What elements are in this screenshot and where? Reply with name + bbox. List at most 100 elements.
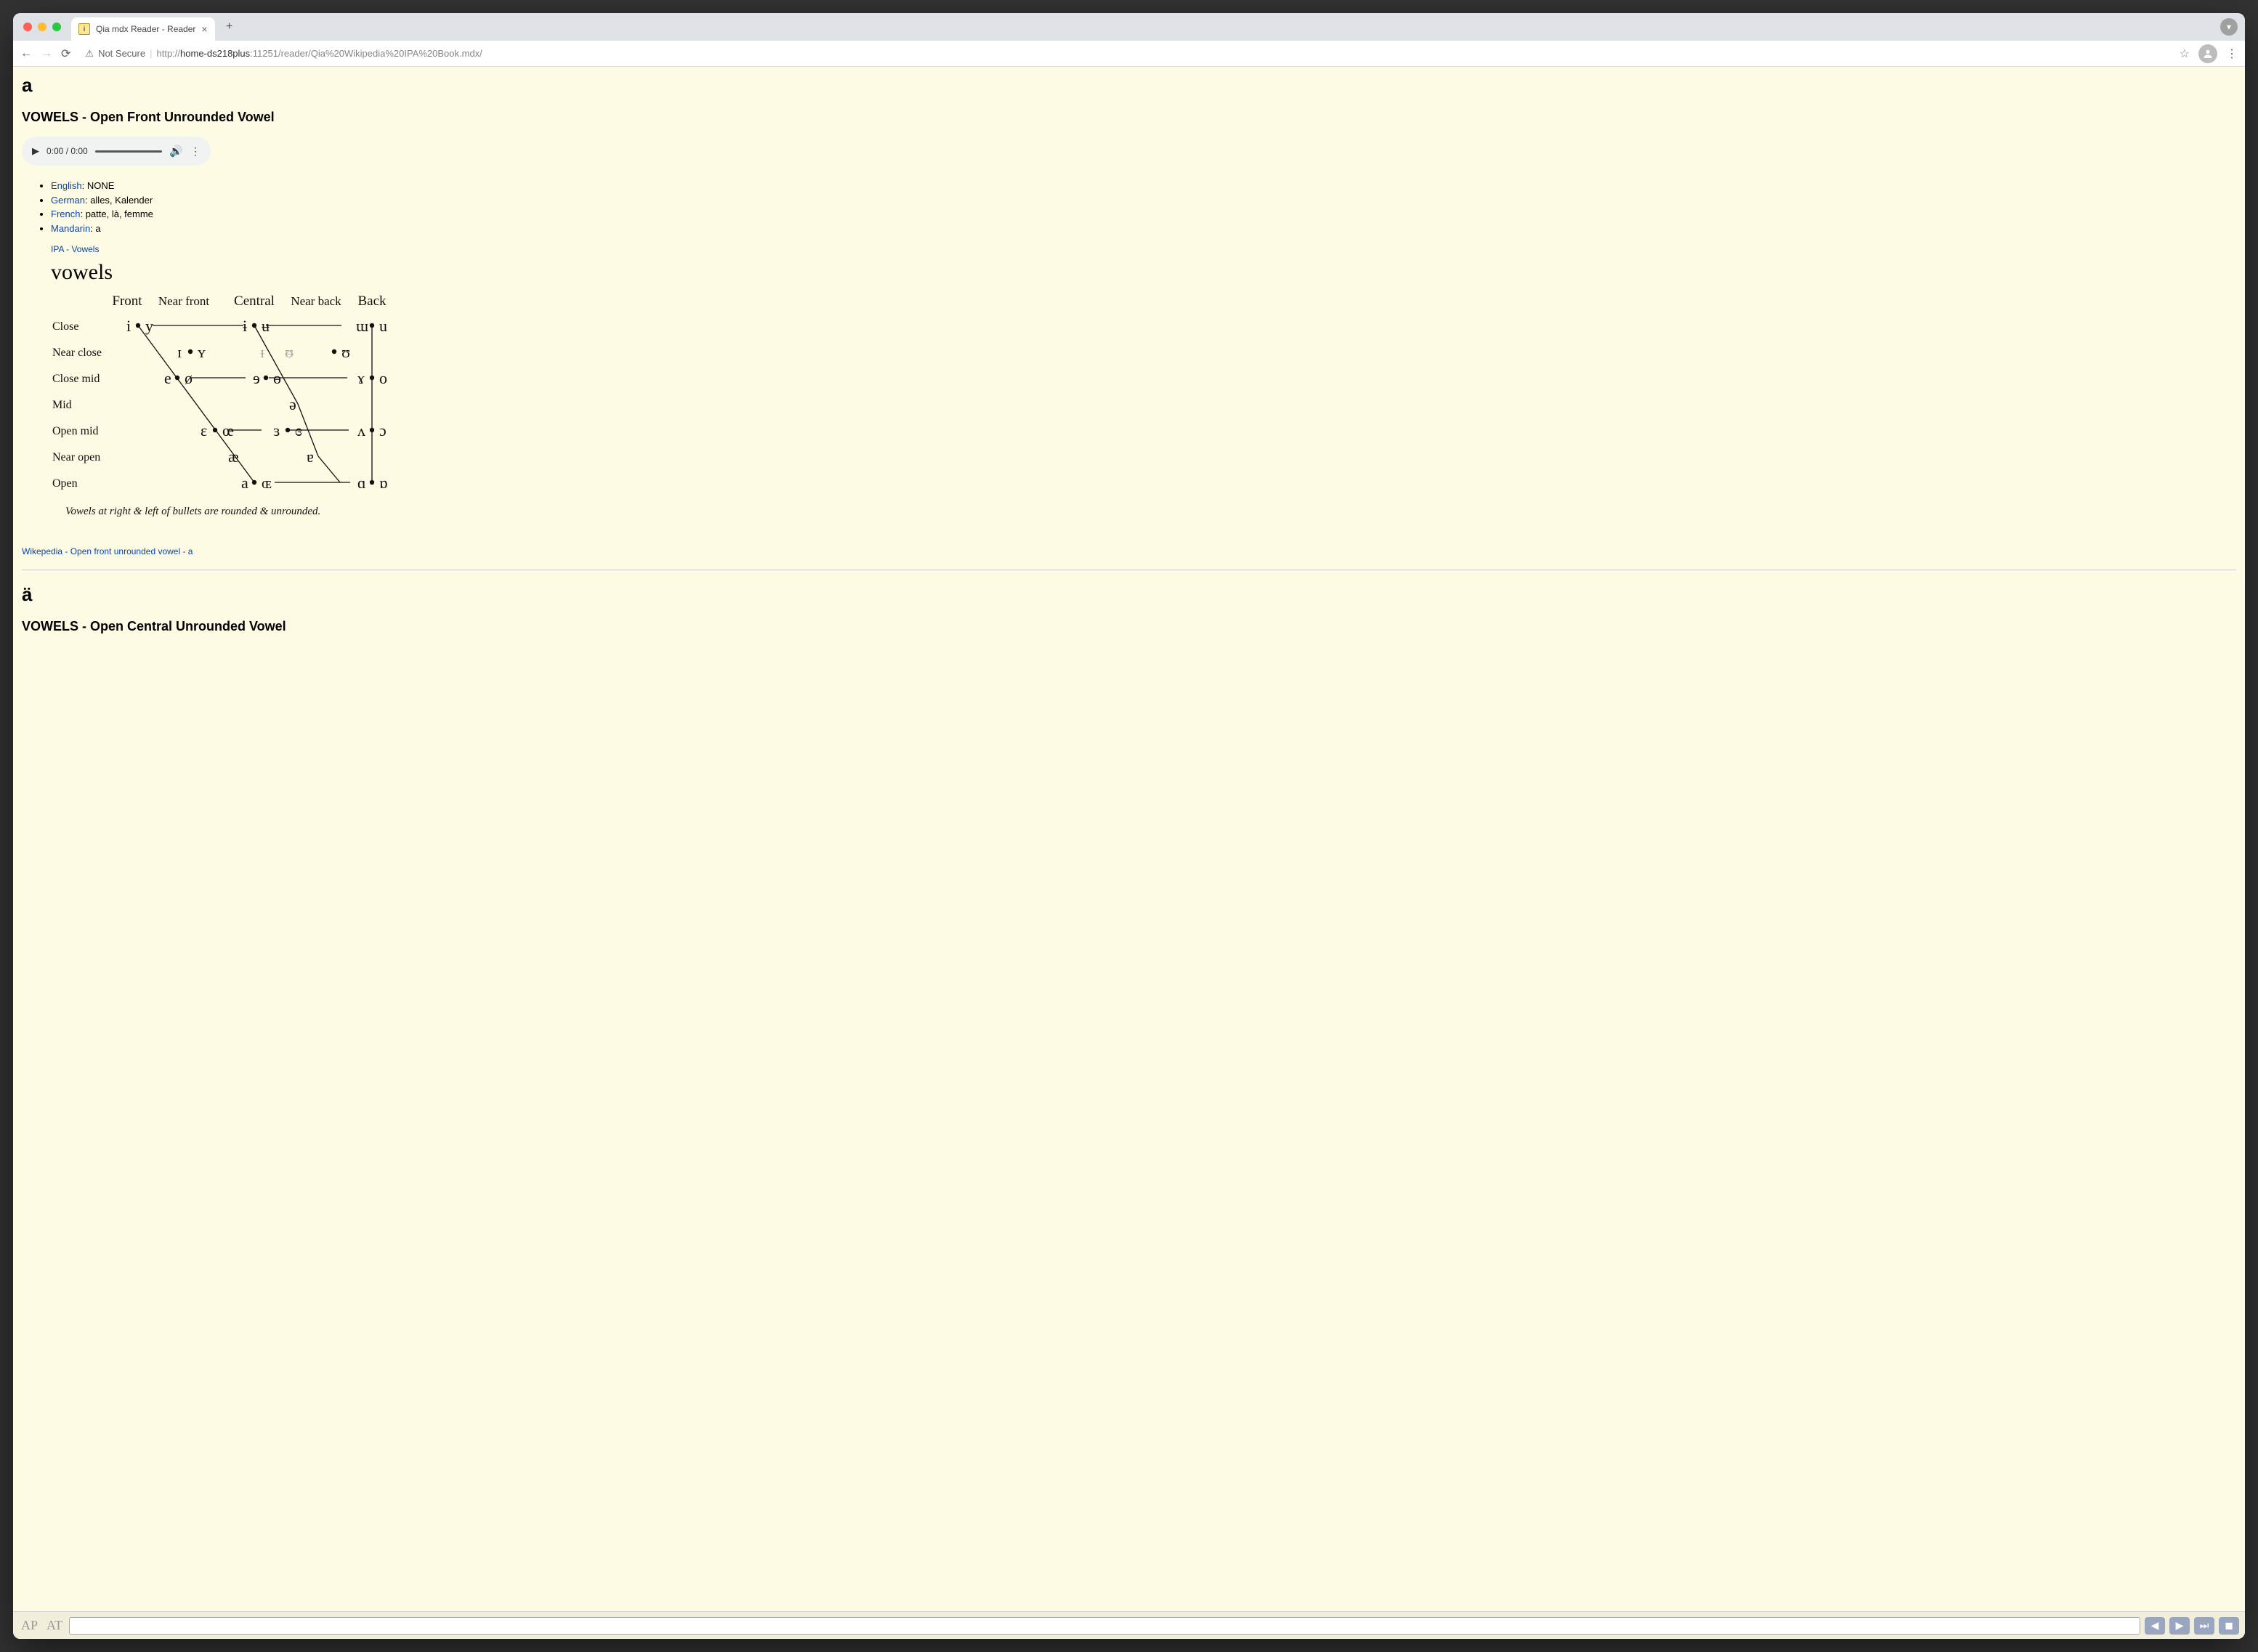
svg-text:ᵻ: ᵻ	[260, 343, 264, 361]
svg-text:y: y	[145, 317, 153, 335]
ipa-vowels-link-wrap: IPA - Vowels	[51, 244, 2236, 254]
ipa-vowels-link[interactable]: IPA - Vowels	[51, 244, 99, 254]
svg-text:Near back: Near back	[291, 294, 341, 308]
svg-text:æ: æ	[228, 448, 239, 466]
footer-stop-button[interactable]: ◼	[2219, 1617, 2239, 1635]
list-item: German: alles, Kalender	[51, 193, 2236, 208]
tab-title: Qia mdx Reader - Reader	[96, 24, 195, 34]
lang-link[interactable]: Mandarin	[51, 223, 90, 234]
window-controls	[23, 23, 61, 31]
list-item: English: NONE	[51, 179, 2236, 193]
tabs-overflow-icon[interactable]: ▾	[2220, 18, 2238, 36]
url-text: http://home-ds218plus:11251/reader/Qia%2…	[157, 48, 482, 59]
footer-skip-button[interactable]: ⏭	[2194, 1617, 2214, 1635]
svg-text:ɘ: ɘ	[253, 369, 260, 387]
svg-text:ʉ: ʉ	[262, 317, 270, 335]
reload-button[interactable]: ⟳	[61, 46, 70, 61]
lang-link[interactable]: English	[51, 180, 82, 191]
svg-text:Near open: Near open	[52, 451, 100, 463]
svg-text:ʏ: ʏ	[198, 343, 206, 361]
svg-text:ɯ: ɯ	[356, 317, 368, 335]
svg-text:Near close: Near close	[52, 347, 102, 359]
lang-link[interactable]: German	[51, 195, 85, 206]
svg-text:œ: œ	[222, 421, 234, 440]
svg-text:Front: Front	[112, 293, 142, 309]
footer-button-ap[interactable]: AP	[19, 1618, 40, 1633]
browser-menu-icon[interactable]: ⋮	[2226, 46, 2238, 61]
svg-text:ɶ: ɶ	[262, 474, 272, 492]
toolbar: ← → ⟳ ⚠ Not Secure | http://home-ds218pl…	[13, 41, 2245, 67]
svg-text:Open mid: Open mid	[52, 425, 99, 437]
entry-symbol: ä	[22, 583, 2236, 606]
entry-symbol: a	[22, 74, 2236, 97]
vowel-chart-svg: Front Near front Central Near back Back …	[51, 289, 421, 536]
maximize-window-button[interactable]	[52, 23, 61, 31]
wiki-link-wrap: Wikepedia - Open front unrounded vowel -…	[22, 546, 2236, 556]
example-list: English: NONE German: alles, Kalender Fr…	[22, 179, 2236, 235]
browser-tab[interactable]: i Qia mdx Reader - Reader ×	[71, 17, 215, 41]
svg-text:o: o	[379, 369, 387, 387]
entry-title: VOWELS - Open Front Unrounded Vowel	[22, 110, 2236, 125]
minimize-window-button[interactable]	[38, 23, 46, 31]
svg-text:ɐ: ɐ	[307, 448, 314, 466]
svg-text:u: u	[379, 317, 387, 335]
forward-button[interactable]: →	[41, 47, 52, 60]
footer-search-input[interactable]	[69, 1617, 2140, 1635]
svg-text:ʊ: ʊ	[341, 343, 350, 361]
not-secure-label: Not Secure	[98, 48, 145, 59]
svg-text:ø: ø	[185, 369, 193, 387]
svg-text:ʌ: ʌ	[357, 421, 365, 440]
page-content: a VOWELS - Open Front Unrounded Vowel ▶ …	[13, 67, 2245, 1639]
address-bar[interactable]: ⚠ Not Secure | http://home-ds218plus:112…	[79, 48, 2170, 60]
browser-window: i Qia mdx Reader - Reader × + ▾ ← → ⟳ ⚠ …	[13, 13, 2245, 1639]
svg-text:ɪ: ɪ	[177, 343, 182, 361]
svg-text:Close: Close	[52, 320, 78, 333]
svg-text:Near front: Near front	[158, 294, 210, 308]
svg-text:Close mid: Close mid	[52, 373, 100, 385]
svg-text:Central: Central	[234, 293, 275, 309]
svg-text:ɑ: ɑ	[357, 474, 366, 492]
lang-link[interactable]: French	[51, 208, 80, 219]
list-item: Mandarin: a	[51, 222, 2236, 236]
volume-icon[interactable]: 🔊	[169, 145, 183, 158]
profile-avatar-icon[interactable]	[2198, 44, 2217, 63]
svg-text:ɨ: ɨ	[243, 317, 247, 335]
tab-favicon: i	[78, 23, 90, 35]
svg-text:ɤ: ɤ	[357, 369, 365, 387]
play-icon[interactable]: ▶	[32, 145, 39, 157]
list-item: French: patte, là, femme	[51, 207, 2236, 222]
svg-text:i: i	[126, 317, 131, 335]
svg-text:Back: Back	[357, 293, 387, 309]
audio-menu-icon[interactable]: ⋮	[190, 145, 201, 158]
audio-player[interactable]: ▶ 0:00 / 0:00 🔊 ⋮	[22, 137, 211, 166]
vowel-chart: vowels Front Near front Central Near bac…	[51, 260, 2236, 536]
svg-text:Mid: Mid	[52, 399, 72, 411]
new-tab-button[interactable]: +	[219, 17, 240, 37]
svg-text:ə: ə	[289, 395, 296, 413]
svg-text:e: e	[164, 369, 171, 387]
svg-text:Vowels at right & left of bull: Vowels at right & left of bullets are ro…	[65, 506, 320, 517]
svg-text:ɵ: ɵ	[273, 369, 281, 387]
back-button[interactable]: ←	[20, 47, 32, 60]
not-secure-icon: ⚠	[85, 48, 94, 60]
footer-button-at[interactable]: AT	[44, 1618, 65, 1633]
vowel-chart-title: vowels	[51, 260, 2236, 285]
svg-text:ɞ: ɞ	[295, 421, 302, 440]
footer-prev-button[interactable]: ◀	[2145, 1617, 2165, 1635]
close-window-button[interactable]	[23, 23, 32, 31]
footer-next-button[interactable]: ▶	[2169, 1617, 2190, 1635]
close-tab-icon[interactable]: ×	[201, 23, 207, 35]
titlebar: i Qia mdx Reader - Reader × + ▾	[13, 13, 2245, 41]
audio-time: 0:00 / 0:00	[46, 146, 88, 156]
svg-text:ɒ: ɒ	[379, 474, 388, 492]
svg-text:Open: Open	[52, 477, 78, 490]
svg-text:ɔ: ɔ	[379, 421, 387, 440]
svg-text:ɜ: ɜ	[273, 421, 280, 440]
svg-text:ɛ: ɛ	[201, 421, 207, 440]
wikipedia-link[interactable]: Wikepedia - Open front unrounded vowel -…	[22, 546, 193, 556]
entry-title: VOWELS - Open Central Unrounded Vowel	[22, 619, 2236, 634]
footer-toolbar: AP AT ◀ ▶ ⏭ ◼	[13, 1611, 2245, 1639]
audio-track[interactable]	[95, 150, 163, 153]
svg-text:a: a	[241, 474, 248, 492]
bookmark-icon[interactable]: ☆	[2180, 46, 2190, 61]
